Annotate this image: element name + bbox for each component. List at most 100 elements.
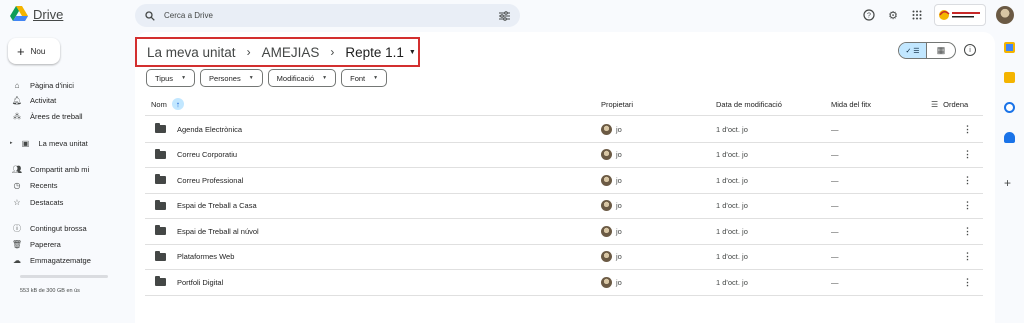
storage-usage-text: 553 kB de 300 GB en ús bbox=[20, 288, 80, 294]
sidebar-item-spam[interactable]: ⓘ Contingut brossa bbox=[12, 221, 87, 235]
more-actions-icon[interactable]: ⋮ bbox=[963, 277, 972, 288]
filter-source[interactable]: Font ▼ bbox=[341, 69, 388, 87]
folder-icon bbox=[155, 250, 166, 261]
institut-logo-icon bbox=[939, 10, 980, 20]
sidebar-item-home[interactable]: ⌂ Pàgina d'inici bbox=[12, 78, 74, 92]
breadcrumb-parent[interactable]: AMEJIAS bbox=[262, 45, 320, 60]
info-icon[interactable]: i bbox=[964, 44, 976, 56]
column-label: Data de modificació bbox=[716, 99, 782, 109]
add-addon-icon[interactable]: + bbox=[1004, 176, 1011, 190]
table-row[interactable]: Agenda Electrònica jo 1 d'oct. jo — ⋮ bbox=[145, 117, 983, 143]
file-name: Portfoli Digital bbox=[177, 277, 224, 287]
table-row[interactable]: Correu Professional jo 1 d'oct. jo — ⋮ bbox=[145, 168, 983, 194]
sidebar-item-activity[interactable]: 🔔︎ Activitat bbox=[12, 93, 56, 107]
keep-icon[interactable] bbox=[1004, 72, 1015, 83]
breadcrumb-current-folder[interactable]: Repte 1.1 ▼ bbox=[345, 45, 415, 60]
owner-cell: jo bbox=[601, 276, 622, 288]
more-actions-icon[interactable]: ⋮ bbox=[963, 251, 972, 262]
organization-logo[interactable] bbox=[934, 4, 986, 26]
caret-down-icon: ▼ bbox=[181, 75, 187, 81]
table-row[interactable]: Espai de Treball al núvol jo 1 d'oct. jo… bbox=[145, 219, 983, 245]
more-actions-icon[interactable]: ⋮ bbox=[963, 175, 972, 186]
apps-grid-icon[interactable] bbox=[910, 8, 924, 22]
main-content: La meva unitat › AMEJIAS › Repte 1.1 ▼ ✓… bbox=[135, 32, 995, 323]
search-input[interactable]: Cerca a Drive bbox=[164, 11, 499, 20]
search-bar[interactable]: Cerca a Drive bbox=[135, 4, 520, 27]
table-row[interactable]: Correu Corporatiu jo 1 d'oct. jo — ⋮ bbox=[145, 143, 983, 168]
calendar-icon[interactable] bbox=[1004, 42, 1015, 53]
owner-avatar bbox=[601, 149, 612, 161]
modified-date: 1 d'oct. jo bbox=[716, 150, 748, 160]
modified-date: 1 d'oct. jo bbox=[716, 252, 748, 262]
column-header-size[interactable]: Mida del fitx bbox=[831, 95, 871, 113]
new-button[interactable]: + Nou bbox=[8, 38, 60, 64]
sidebar-item-trash[interactable]: 🗑︎ Paperera bbox=[12, 237, 61, 251]
sidebar-item-label: Àrees de treball bbox=[30, 111, 83, 121]
column-header-modified[interactable]: Data de modificació bbox=[716, 95, 782, 113]
folder-icon bbox=[155, 174, 166, 185]
owner-avatar bbox=[601, 276, 612, 288]
svg-text:?: ? bbox=[867, 13, 871, 20]
search-icon[interactable] bbox=[145, 10, 155, 21]
sidebar-item-recent[interactable]: ◷ Recents bbox=[12, 178, 58, 192]
sidebar-item-starred[interactable]: ☆ Destacats bbox=[12, 195, 63, 209]
my-drive-icon: ▣ bbox=[21, 138, 30, 148]
file-name: Plataformes Web bbox=[177, 252, 235, 262]
more-actions-icon[interactable]: ⋮ bbox=[963, 124, 972, 135]
expand-arrow-icon[interactable]: ▸ bbox=[10, 140, 13, 146]
drive-icon bbox=[10, 6, 28, 21]
owner-cell: jo bbox=[601, 225, 622, 237]
table-row[interactable]: Portfoli Digital jo 1 d'oct. jo — ⋮ bbox=[145, 270, 983, 296]
settings-icon[interactable]: ⚙ bbox=[886, 8, 900, 22]
table-row[interactable]: Espai de Treball a Casa jo 1 d'oct. jo —… bbox=[145, 194, 983, 219]
column-header-name[interactable]: Nom ↑ bbox=[151, 95, 184, 113]
owner-cell: jo bbox=[601, 200, 622, 212]
home-icon: ⌂ bbox=[14, 80, 20, 90]
sidebar-item-label: Recents bbox=[30, 180, 58, 190]
owner-name: jo bbox=[616, 277, 622, 287]
sort-button[interactable]: ☰ Ordena bbox=[931, 95, 968, 113]
top-bar: Drive Cerca a Drive ? ⚙ bbox=[0, 0, 1024, 32]
tasks-icon[interactable] bbox=[1004, 102, 1015, 113]
folder-icon bbox=[155, 148, 166, 159]
table-row[interactable]: Plataformes Web jo 1 d'oct. jo — ⋮ bbox=[145, 245, 983, 270]
star-icon: ☆ bbox=[13, 197, 21, 207]
owner-name: jo bbox=[616, 175, 622, 185]
column-label: Nom bbox=[151, 99, 167, 109]
modified-date: 1 d'oct. jo bbox=[716, 124, 748, 134]
sidebar-item-shared[interactable]: 👥︎ Compartit amb mi bbox=[12, 162, 89, 176]
file-name: Espai de Treball a Casa bbox=[177, 201, 257, 211]
list-view-button[interactable]: ✓ ☰ bbox=[899, 43, 928, 58]
search-options-icon[interactable] bbox=[499, 10, 510, 21]
owner-name: jo bbox=[616, 201, 622, 211]
side-panel-rail: + bbox=[995, 32, 1024, 323]
sidebar-item-my-drive[interactable]: ▸ ▣ La meva unitat bbox=[10, 136, 88, 150]
filter-modified[interactable]: Modificació ▼ bbox=[267, 69, 337, 87]
owner-name: jo bbox=[616, 124, 622, 134]
help-icon[interactable]: ? bbox=[862, 8, 876, 22]
grid-view-button[interactable]: ▦ bbox=[927, 43, 955, 58]
shared-icon: 👥︎ bbox=[11, 164, 23, 174]
owner-avatar bbox=[601, 174, 612, 186]
file-name: Correu Professional bbox=[177, 175, 244, 185]
more-actions-icon[interactable]: ⋮ bbox=[963, 149, 972, 160]
drive-logo[interactable]: Drive bbox=[10, 6, 63, 22]
sidebar-item-label: Pàgina d'inici bbox=[30, 80, 74, 90]
filter-people[interactable]: Persones ▼ bbox=[200, 69, 263, 87]
sidebar-item-label: Activitat bbox=[30, 95, 57, 105]
contacts-icon[interactable] bbox=[1004, 132, 1015, 143]
more-actions-icon[interactable]: ⋮ bbox=[963, 226, 972, 237]
folder-icon bbox=[155, 123, 166, 134]
account-avatar[interactable] bbox=[996, 6, 1014, 24]
breadcrumb-root[interactable]: La meva unitat bbox=[147, 45, 236, 60]
sort-lines-icon: ☰ bbox=[931, 99, 939, 109]
more-actions-icon[interactable]: ⋮ bbox=[963, 200, 972, 211]
column-header-owner[interactable]: Propietari bbox=[601, 95, 633, 113]
sidebar-item-workspaces[interactable]: ⁂ Àrees de treball bbox=[12, 109, 83, 123]
modified-date: 1 d'oct. jo bbox=[716, 201, 748, 211]
sort-ascending-icon[interactable]: ↑ bbox=[171, 98, 184, 110]
sidebar-item-label: Contingut brossa bbox=[30, 223, 87, 233]
filter-type[interactable]: Tipus ▼ bbox=[146, 69, 196, 87]
owner-cell: jo bbox=[601, 123, 622, 135]
sidebar-item-storage[interactable]: ☁ Emmagatzematge bbox=[12, 253, 91, 267]
